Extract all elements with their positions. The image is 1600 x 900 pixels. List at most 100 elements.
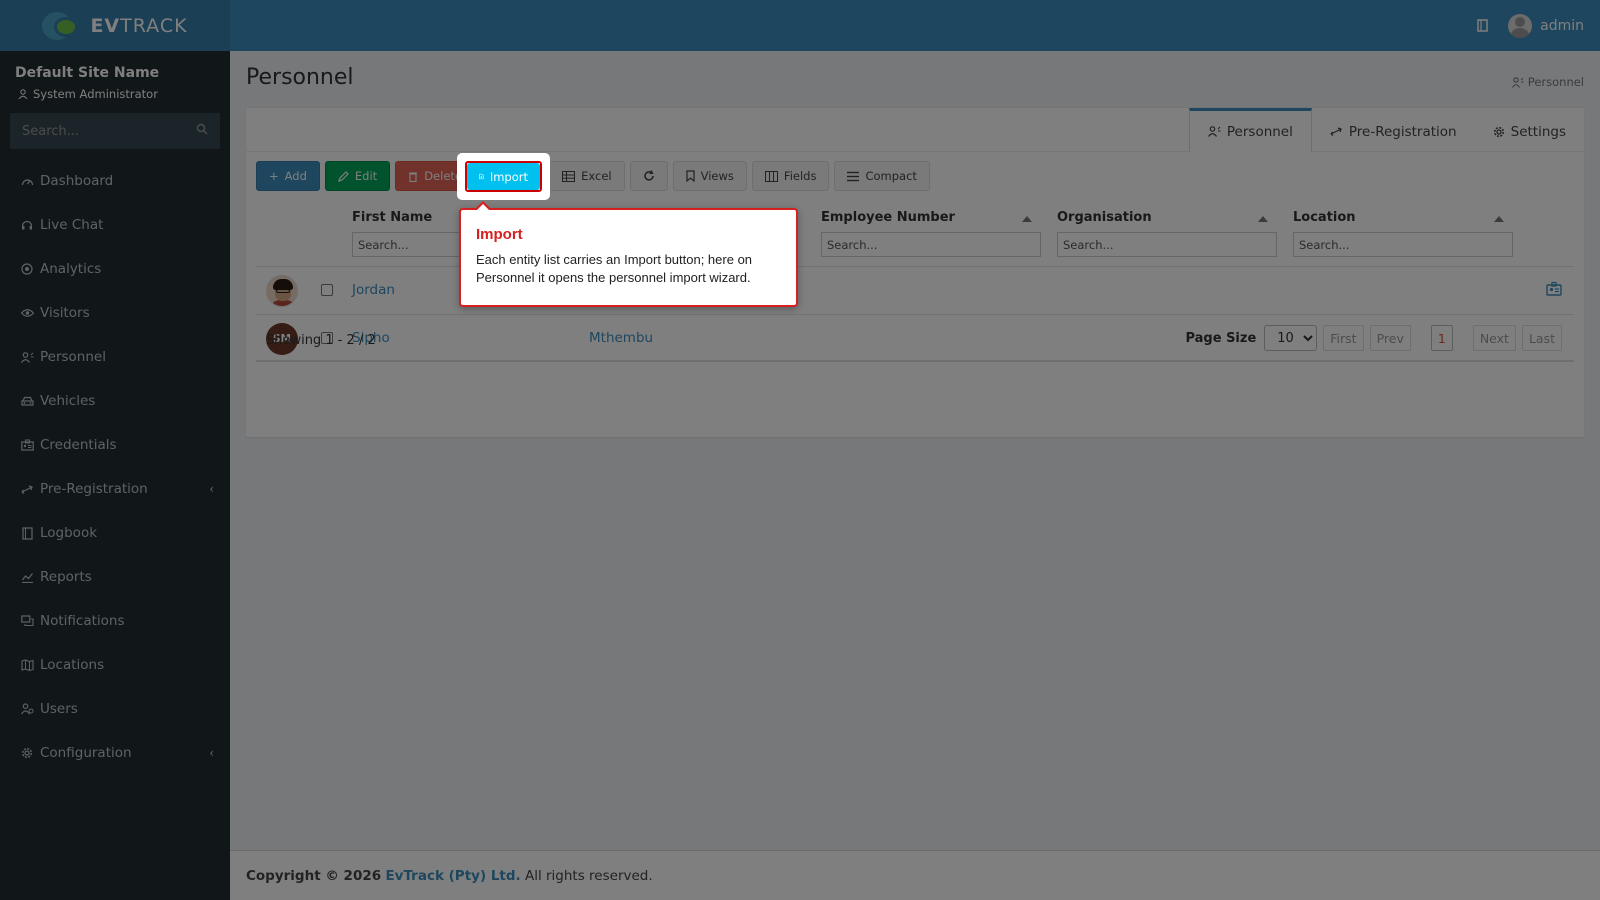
tour-popover: Import Each entity list carries an Impor… <box>459 201 798 307</box>
trash-icon <box>409 171 418 182</box>
sidebar-item-label: Locations <box>40 657 105 673</box>
chevron-left-icon[interactable]: ‹ <box>209 746 214 760</box>
refresh-button[interactable] <box>629 161 668 191</box>
sidebar-item-label: Pre-Registration <box>40 481 148 497</box>
user-menu[interactable]: admin <box>1508 13 1584 38</box>
record-count: Showing 1 - 2 / 2 <box>266 333 376 348</box>
page-size-select[interactable]: 10 <box>1264 325 1318 351</box>
table-icon <box>562 170 576 182</box>
refresh-icon <box>643 170 654 181</box>
dashboard-icon <box>20 174 34 188</box>
first-page-button[interactable]: First <box>1323 325 1364 351</box>
sidebar-item-credentials[interactable]: Credentials <box>0 423 230 467</box>
sidebar-item-label: Live Chat <box>40 217 104 233</box>
import-button-highlight[interactable]: Import <box>465 161 542 192</box>
breadcrumb: Personnel <box>1511 75 1584 89</box>
sidebar-item-label: Vehicles <box>40 393 96 409</box>
user-icon <box>18 89 28 99</box>
sidebar-item-vehicles[interactable]: Vehicles <box>0 379 230 423</box>
sidebar-item-users[interactable]: Users <box>0 687 230 731</box>
rights-text: All rights reserved. <box>524 868 653 884</box>
sort-icon[interactable] <box>1258 216 1268 222</box>
current-page-button[interactable]: 1 <box>1430 325 1453 351</box>
logo[interactable]: EVTRACK <box>0 0 230 51</box>
last-page-button[interactable]: Last <box>1521 325 1562 351</box>
top-header: EVTRACK admin <box>0 0 1600 51</box>
sidebar-item-locations[interactable]: Locations <box>0 643 230 687</box>
sidebar-item-live-chat[interactable]: Live Chat <box>0 203 230 247</box>
views-button[interactable]: Views <box>672 161 747 191</box>
table-row[interactable]: Jordan <box>256 266 1574 314</box>
first-name-link[interactable]: Jordan <box>352 282 395 298</box>
search-icon[interactable] <box>196 123 208 139</box>
filter-employee-number[interactable] <box>821 232 1041 257</box>
filter-organisation[interactable] <box>1057 232 1277 257</box>
sidebar-item-pre-registration[interactable]: Pre-Registration ‹ <box>0 467 230 511</box>
sidebar-item-personnel[interactable]: Personnel <box>0 335 230 379</box>
toolbar: +Add Edit Delete Import Excel Views Fiel… <box>256 161 930 191</box>
breadcrumb-personnel[interactable]: Personnel <box>1528 75 1584 89</box>
sidebar-item-logbook[interactable]: Logbook <box>0 511 230 555</box>
tabs-bar: Personnel Pre-Registration Settings <box>246 108 1584 152</box>
sidebar-search-input[interactable] <box>22 123 172 139</box>
pager: Page Size 10 First Prev 1 Next Last <box>1185 325 1562 351</box>
row-checkbox[interactable] <box>321 284 333 296</box>
tab-pre-registration[interactable]: Pre-Registration <box>1312 108 1475 152</box>
filter-location[interactable] <box>1293 232 1513 257</box>
page-title: Personnel <box>246 65 354 90</box>
bookmark-icon <box>686 170 695 182</box>
pencil-icon <box>337 170 349 182</box>
column-header-organisation[interactable]: Organisation <box>1057 210 1152 225</box>
grid-footer: Showing 1 - 2 / 2 Page Size 10 First Pre… <box>256 323 1574 363</box>
sidebar-item-analytics[interactable]: Analytics <box>0 247 230 291</box>
fields-button[interactable]: Fields <box>751 161 830 191</box>
map-icon <box>20 658 34 672</box>
excel-button[interactable]: Excel <box>549 161 625 191</box>
filter-first-name[interactable] <box>352 232 462 257</box>
company-link[interactable]: EvTrack (Pty) Ltd. <box>385 868 520 884</box>
compact-button[interactable]: Compact <box>834 161 930 191</box>
sidebar-search <box>10 113 220 149</box>
tab-settings[interactable]: Settings <box>1475 108 1584 152</box>
tour-body: Each entity list carries an Import butto… <box>476 252 753 285</box>
sidebar-item-configuration[interactable]: Configuration ‹ <box>0 731 230 775</box>
personnel-panel: Personnel Pre-Registration Settings + Add… <box>246 107 1584 437</box>
import-button[interactable]: Import <box>467 163 540 190</box>
messages-icon <box>20 614 34 628</box>
avatar <box>266 275 298 307</box>
chevron-left-icon[interactable]: ‹ <box>209 482 214 496</box>
gear-icon <box>1493 126 1504 137</box>
sidebar-item-label: Analytics <box>40 261 102 277</box>
gear-icon <box>20 746 34 760</box>
user-name: admin <box>1540 17 1584 34</box>
car-icon <box>20 394 34 408</box>
sidebar-item-notifications[interactable]: Notifications <box>0 599 230 643</box>
sidebar-item-reports[interactable]: Reports <box>0 555 230 599</box>
add-button[interactable]: + Add <box>256 161 320 191</box>
book-icon[interactable] <box>1476 19 1490 33</box>
sidebar-item-visitors[interactable]: Visitors <box>0 291 230 335</box>
sort-icon[interactable] <box>1494 216 1504 222</box>
sidebar-item-dashboard[interactable]: Dashboard <box>0 159 230 203</box>
tab-personnel[interactable]: Personnel <box>1188 108 1312 152</box>
prev-page-button[interactable]: Prev <box>1369 325 1411 351</box>
sidebar-item-label: Logbook <box>40 525 98 541</box>
chart-icon <box>20 570 34 584</box>
sidebar-item-label: Configuration <box>40 745 132 761</box>
copyright-text: Copyright © 2026 <box>246 868 382 884</box>
personnel-icon <box>1207 126 1221 137</box>
id-card-icon[interactable] <box>1546 281 1562 297</box>
target-icon <box>20 262 34 276</box>
column-header-location[interactable]: Location <box>1293 210 1356 225</box>
column-header-employee-number[interactable]: Employee Number <box>821 210 955 225</box>
columns-icon <box>764 170 778 182</box>
sidebar: Default Site Name System Administrator D… <box>0 51 230 900</box>
logo-text: EVTRACK <box>90 14 188 37</box>
next-page-button[interactable]: Next <box>1472 325 1516 351</box>
column-header-first-name[interactable]: First Name <box>352 210 432 225</box>
sort-icon[interactable] <box>1022 216 1032 222</box>
edit-button[interactable]: Edit <box>324 161 391 191</box>
sidebar-menu: Dashboard Live Chat Analytics Visitors Perso… <box>0 159 230 775</box>
eye-icon <box>20 306 34 320</box>
sidebar-item-label: Visitors <box>40 305 90 321</box>
